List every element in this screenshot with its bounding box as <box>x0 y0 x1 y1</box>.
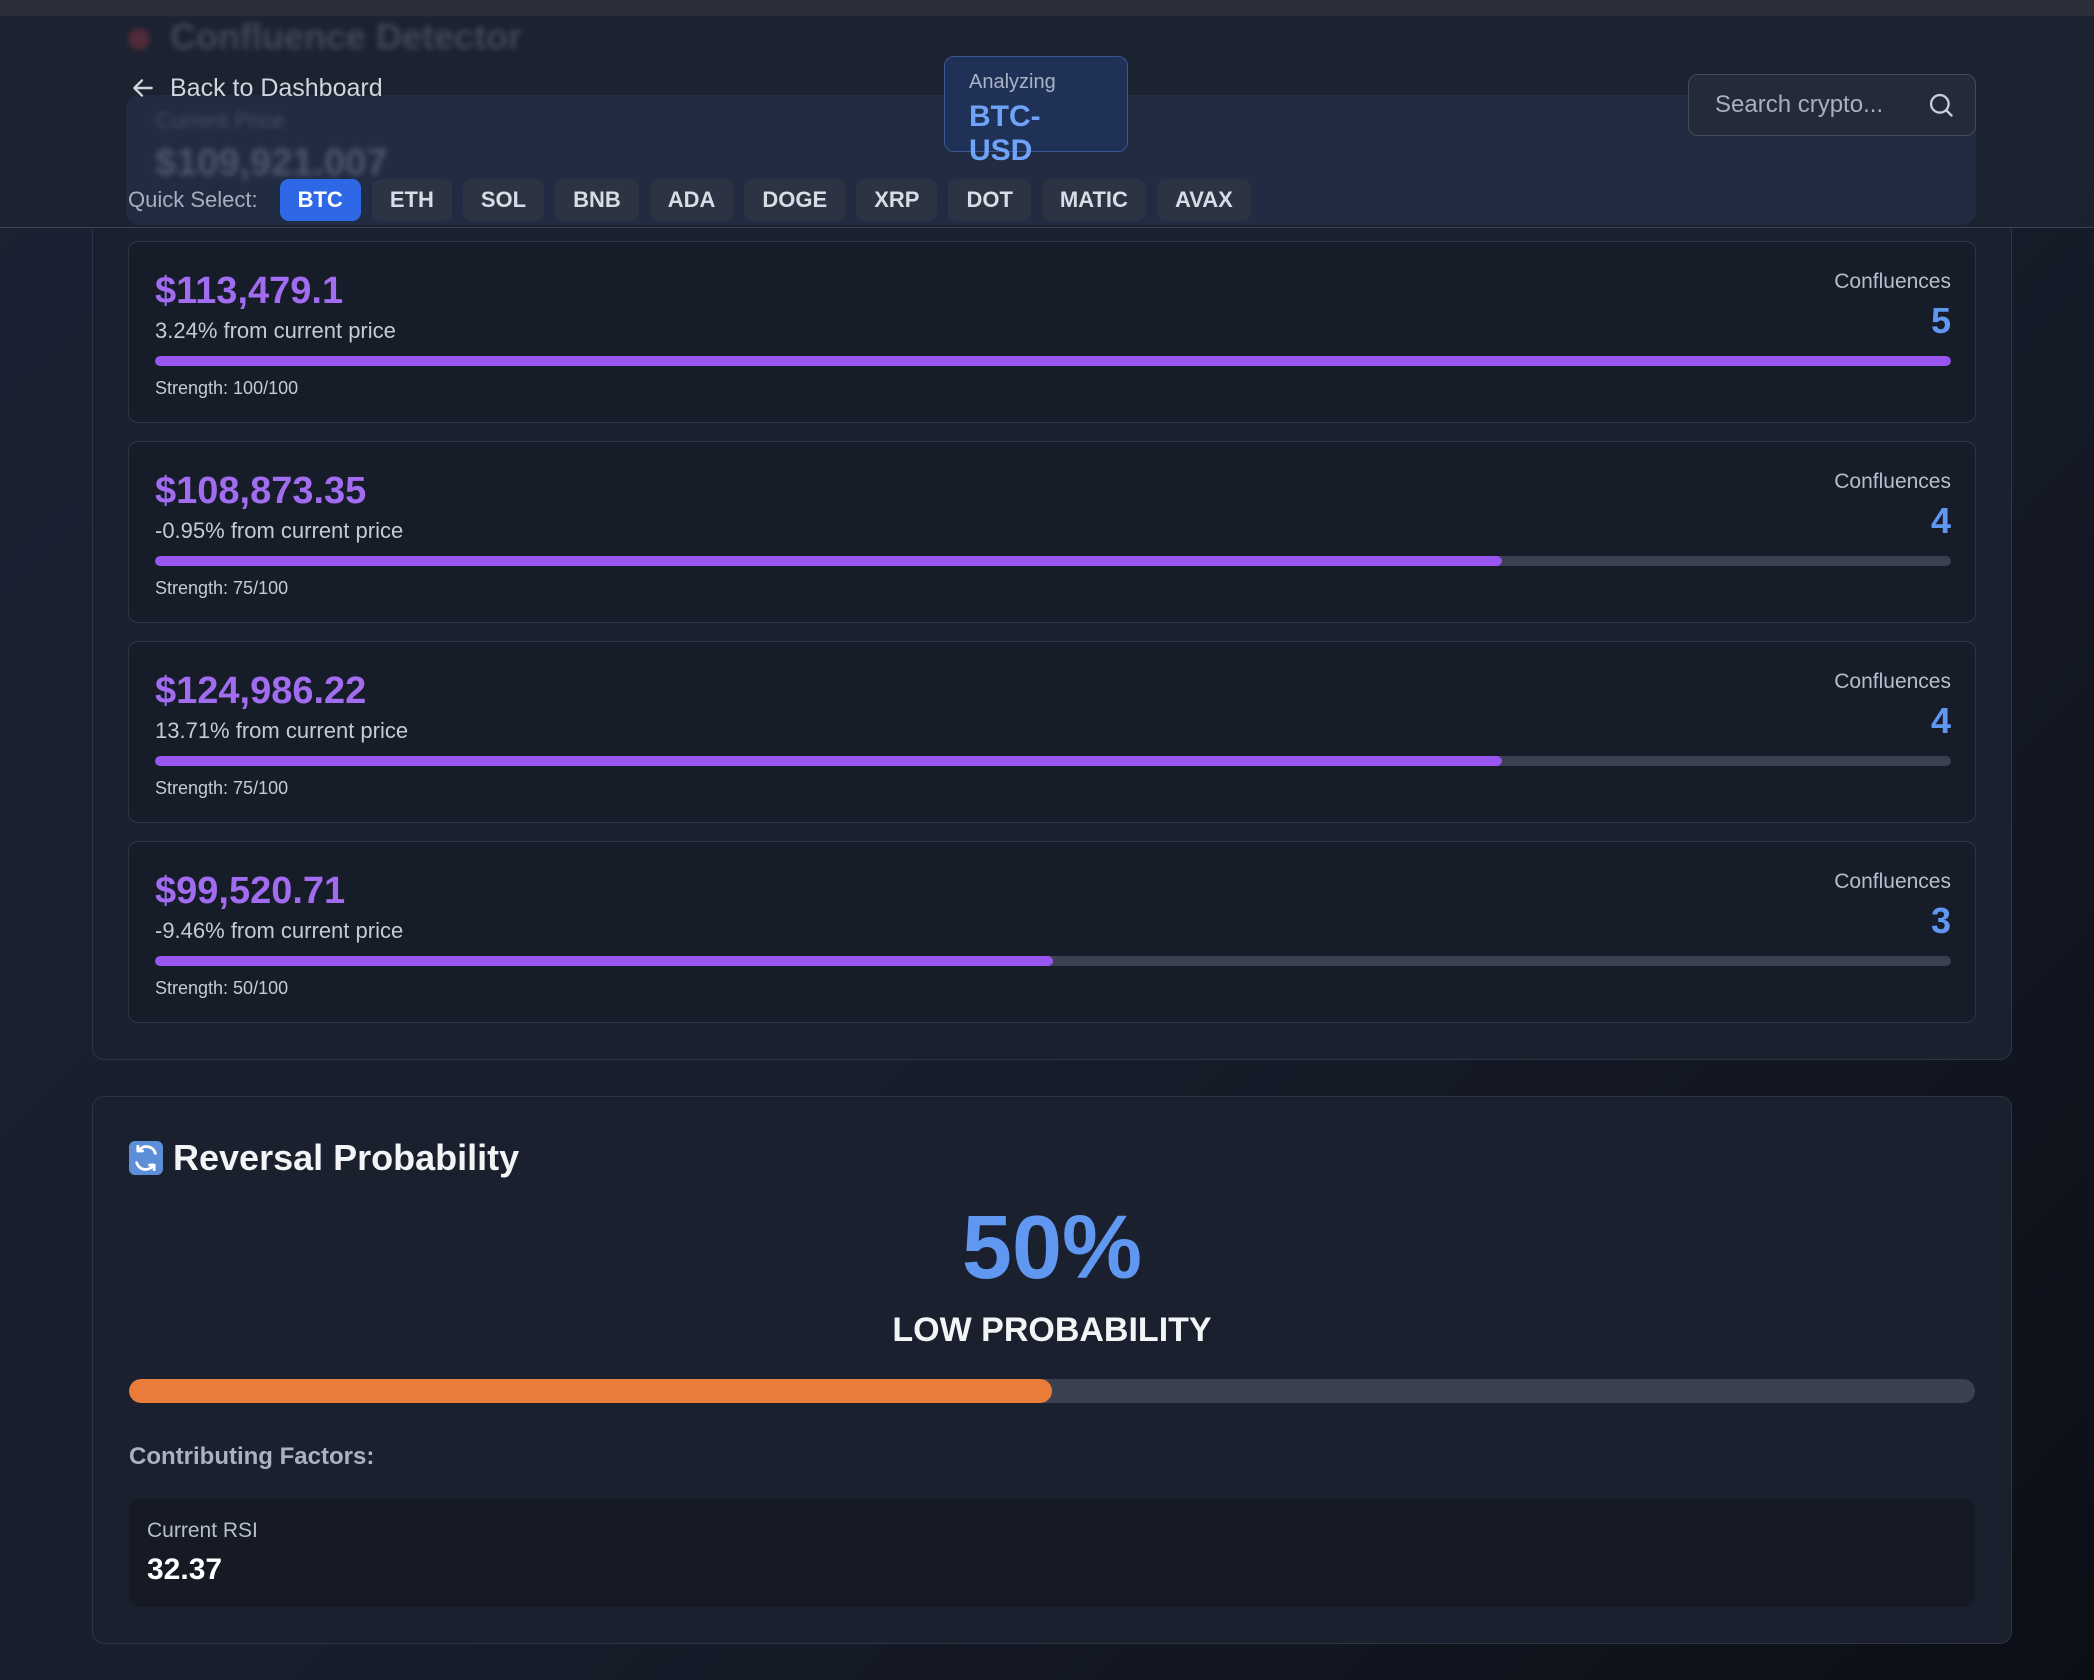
confluences-label: Confluences <box>1834 870 1951 893</box>
reversal-probability-bar <box>129 1379 1975 1403</box>
reversal-probability-fill <box>129 1379 1052 1403</box>
strength-label: Strength: 75/100 <box>155 778 289 798</box>
zone-price: $108,873.35 <box>155 470 367 512</box>
reversal-percent: 50% <box>961 1198 1143 1298</box>
quick-select-ada-button[interactable]: ADA <box>649 179 734 221</box>
refresh-icon <box>129 1141 163 1175</box>
reversal-title: Reversal Probability <box>129 1137 519 1179</box>
strength-label: Strength: 75/100 <box>155 578 289 598</box>
strength-bar-fill <box>155 356 1951 366</box>
analyzing-badge: Analyzing BTC-USD <box>944 56 1128 167</box>
zone-price: $113,479.1 <box>155 270 344 312</box>
quick-select-doge-button[interactable]: DOGE <box>744 179 846 221</box>
confluences-count: 5 <box>1930 300 1951 341</box>
zone-distance: -0.95% from current price <box>155 518 404 543</box>
strength-bar <box>155 956 1951 966</box>
zone-distance: 3.24% from current price <box>155 318 396 343</box>
quick-select-dot-button[interactable]: DOT <box>948 179 1031 221</box>
strength-bar-fill <box>155 956 1053 966</box>
quick-select-eth-button[interactable]: ETH <box>371 179 452 221</box>
quick-select-avax-button[interactable]: AVAX <box>1156 179 1251 221</box>
confluences-label: Confluences <box>1834 270 1951 293</box>
search-box[interactable] <box>1688 74 1976 136</box>
quick-select-chips: BTC ETH SOL BNB ADA DOGE XRP DOT MATIC AVAX <box>279 179 1262 221</box>
strength-label: Strength: 100/100 <box>155 378 299 398</box>
sticky-header: Confluence Detector Current Price $109,9… <box>0 16 2094 228</box>
logo-icon <box>128 28 150 50</box>
strength-bar <box>155 356 1951 366</box>
strength-bar-fill <box>155 756 1502 766</box>
strength-label: Strength: 50/100 <box>155 978 289 998</box>
reversal-probability-panel: Reversal Probability 50% LOW PROBABILITY… <box>92 1096 2012 1644</box>
factor-label: Current RSI <box>147 1519 258 1542</box>
confluence-zone-card: $113,479.1 3.24% from current price Conf… <box>128 241 1976 423</box>
factor-value: 32.37 <box>147 1553 223 1586</box>
search-icon[interactable] <box>1927 91 1955 119</box>
quick-select-btc-button[interactable]: BTC <box>279 179 361 221</box>
contributing-factors-title: Contributing Factors: <box>129 1443 375 1470</box>
back-to-dashboard-label: Back to Dashboard <box>170 73 383 102</box>
strength-bar <box>155 756 1951 766</box>
quick-select-matic-button[interactable]: MATIC <box>1041 179 1146 221</box>
confluence-zone-card: $108,873.35 -0.95% from current price Co… <box>128 441 1976 623</box>
back-to-dashboard-link[interactable]: Back to Dashboard <box>130 70 383 106</box>
zone-price: $124,986.22 <box>155 670 367 712</box>
confluence-zone-card: $99,520.71 -9.46% from current price Con… <box>128 841 1976 1023</box>
zone-price: $99,520.71 <box>155 870 346 912</box>
page-title-ghost: Confluence Detector <box>170 16 523 57</box>
reversal-title-text: Reversal Probability <box>173 1137 520 1178</box>
search-input[interactable] <box>1713 90 1927 120</box>
quick-select-sol-button[interactable]: SOL <box>462 179 545 221</box>
quick-select-label: Quick Select: <box>128 187 258 212</box>
current-price-label-ghost: Current Price <box>155 108 285 133</box>
factor-card: Current RSI 32.37 <box>129 1499 1975 1607</box>
confluences-count: 4 <box>1930 700 1951 741</box>
zone-distance: -9.46% from current price <box>155 918 404 943</box>
confluences-label: Confluences <box>1834 670 1951 693</box>
confluences-label: Confluences <box>1834 470 1951 493</box>
quick-select-bar: Quick Select: BTC ETH SOL BNB ADA DOGE XRP DOT M… <box>128 178 1262 222</box>
quick-select-xrp-button[interactable]: XRP <box>856 179 938 221</box>
confluences-count: 3 <box>1930 900 1951 941</box>
confluences-count: 4 <box>1930 500 1951 541</box>
strength-bar-fill <box>155 556 1502 566</box>
quick-select-bnb-button[interactable]: BNB <box>555 179 639 221</box>
confluence-zone-card: $124,986.22 13.71% from current price Co… <box>128 641 1976 823</box>
strength-bar <box>155 556 1951 566</box>
zone-distance: 13.71% from current price <box>155 718 409 743</box>
reversal-level: LOW PROBABILITY <box>892 1311 1212 1349</box>
analyzing-label: Analyzing <box>969 71 1056 93</box>
analyzing-symbol: BTC-USD <box>969 100 1041 167</box>
arrow-left-icon <box>133 79 153 97</box>
